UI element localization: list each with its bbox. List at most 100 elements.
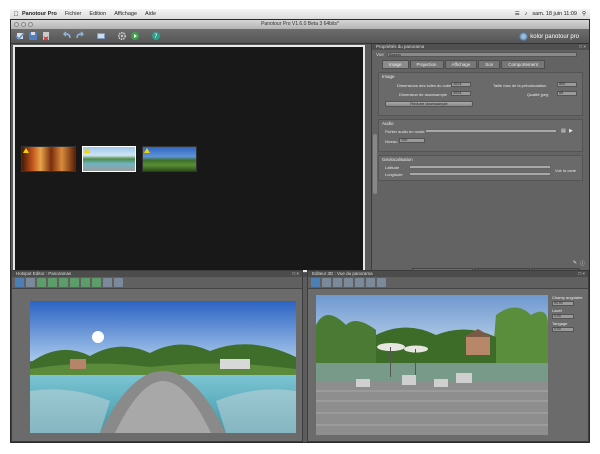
panel-float-icon[interactable]: □ × bbox=[578, 271, 585, 277]
person-icon[interactable] bbox=[344, 278, 353, 287]
target-icon[interactable] bbox=[333, 278, 342, 287]
minimize-window-button[interactable] bbox=[21, 22, 26, 27]
play-icon[interactable] bbox=[129, 31, 140, 42]
properties-header: Propriétés du panorama □ × bbox=[372, 44, 589, 50]
3d-editor-panel: Editeur 3D : Vue du panorama □ × Champ a… bbox=[307, 270, 589, 442]
tab-affichage[interactable]: Affichage bbox=[444, 60, 478, 69]
menu-aide[interactable]: Aide bbox=[145, 11, 156, 17]
downsample-spinner[interactable]: 1024 bbox=[451, 91, 471, 96]
menu-affichage[interactable]: Affichage bbox=[114, 11, 137, 17]
hotspot-link-icon[interactable] bbox=[48, 278, 57, 287]
vue-input[interactable]: Bassin bbox=[386, 52, 577, 57]
wifi-icon[interactable]: ☰ bbox=[515, 11, 520, 17]
close-window-button[interactable] bbox=[14, 22, 19, 27]
properties-scrollbar[interactable] bbox=[373, 134, 377, 194]
tab-son[interactable]: Son bbox=[478, 60, 501, 69]
precalc-spinner[interactable]: 800 bbox=[557, 82, 577, 87]
warning-icon bbox=[84, 148, 90, 153]
window-title: Panotour Pro V1.6.0 Beta 3 64bits* bbox=[261, 21, 339, 27]
image-alt-icon[interactable] bbox=[366, 278, 375, 287]
panel-float-icon[interactable]: □ × bbox=[292, 271, 299, 277]
hotspot-editor-panel: Hotspot Editor : Panoramas □ × bbox=[11, 270, 303, 442]
3d-view-settings: Champ angulaire 90.00 Lacet 0.00 Tangage… bbox=[552, 293, 586, 332]
fov-spinner[interactable]: 90.00 bbox=[552, 301, 574, 306]
brand-text: kolor panotour pro bbox=[530, 33, 579, 40]
camera-icon[interactable] bbox=[322, 278, 331, 287]
new-project-icon[interactable] bbox=[14, 31, 25, 42]
yaw-spinner[interactable]: 0.00 bbox=[552, 314, 574, 319]
audio-level-label: Niveau bbox=[385, 139, 398, 144]
folder-icon[interactable]: ▤ bbox=[561, 128, 566, 134]
hotspot-point-icon[interactable] bbox=[59, 278, 68, 287]
view-map-button[interactable]: Voir la carte bbox=[555, 168, 576, 173]
downsample-label: Dimension de downsample bbox=[399, 92, 448, 97]
pitch-spinner[interactable]: 0.00 bbox=[552, 327, 574, 332]
tab-image[interactable]: Image bbox=[382, 60, 409, 69]
panel-float-icon[interactable]: □ × bbox=[579, 44, 586, 50]
title-bar: Panotour Pro V1.6.0 Beta 3 64bits* bbox=[11, 20, 589, 29]
hotspot-add-icon[interactable] bbox=[37, 278, 46, 287]
panorama-thumbnail-2[interactable] bbox=[82, 146, 136, 172]
warning-icon bbox=[23, 148, 29, 153]
app-window: Panotour Pro V1.6.0 Beta 3 64bits* ? kol… bbox=[10, 19, 590, 443]
image-icon[interactable] bbox=[355, 278, 364, 287]
hotspot-edit-icon[interactable] bbox=[81, 278, 90, 287]
latitude-slider[interactable] bbox=[409, 165, 551, 169]
menu-fichier[interactable]: Fichier bbox=[65, 11, 82, 17]
equirectangular-panorama-image[interactable] bbox=[30, 301, 296, 433]
menu-edition[interactable]: Edition bbox=[89, 11, 106, 17]
select-tool-icon[interactable] bbox=[15, 278, 24, 287]
spotlight-icon[interactable]: ⚲ bbox=[582, 11, 586, 17]
audio-group-title: Audio bbox=[382, 121, 394, 126]
yaw-label: Lacet bbox=[552, 308, 562, 313]
brand-logo: kolor panotour pro bbox=[519, 32, 579, 41]
zoom-window-button[interactable] bbox=[28, 22, 33, 27]
menu-app[interactable]: Panotour Pro bbox=[22, 11, 57, 17]
reduce-downsample-button[interactable]: Réduire downsample bbox=[385, 101, 473, 107]
panorama-thumbnails-panel[interactable] bbox=[13, 45, 365, 272]
properties-icons: ✎ ⓘ bbox=[573, 260, 585, 267]
audio-level-spinner[interactable]: 100 bbox=[399, 138, 425, 143]
audio-file-input[interactable] bbox=[425, 129, 557, 133]
geolocation-group-title: Géolocalisation bbox=[382, 157, 413, 162]
view-icon[interactable] bbox=[103, 278, 112, 287]
save-icon[interactable] bbox=[27, 31, 38, 42]
dropdown-icon[interactable] bbox=[377, 278, 386, 287]
image-group-title: Image bbox=[382, 74, 395, 79]
delete-icon[interactable] bbox=[40, 31, 51, 42]
warning-icon bbox=[144, 148, 150, 153]
hotspot-polygon-icon[interactable] bbox=[70, 278, 79, 287]
volume-icon[interactable]: ♪ bbox=[525, 11, 528, 17]
play-audio-icon[interactable]: ▶ bbox=[569, 128, 573, 134]
latitude-label: Latitude bbox=[385, 165, 400, 170]
rect-tool-icon[interactable] bbox=[26, 278, 35, 287]
status-area: ☰ ♪ sam. 18 juin 11:09 ⚲ bbox=[515, 11, 590, 17]
properties-tabs: Image Projection Affichage Son Comportem… bbox=[382, 60, 589, 69]
tab-projection[interactable]: Projection bbox=[409, 60, 444, 69]
redo-icon[interactable] bbox=[74, 31, 85, 42]
pitch-label: Tangage bbox=[552, 321, 568, 326]
panorama-thumbnail-1[interactable] bbox=[21, 146, 76, 172]
apple-icon[interactable]:  bbox=[10, 11, 22, 18]
info-icon[interactable]: ⓘ bbox=[580, 260, 585, 267]
panorama-list-icon[interactable] bbox=[95, 31, 106, 42]
3d-panorama-view[interactable] bbox=[316, 295, 548, 435]
fullscreen-icon[interactable] bbox=[114, 278, 123, 287]
edit-icon[interactable]: ✎ bbox=[573, 260, 577, 267]
jpeg-quality-label: Qualité jpeg bbox=[527, 92, 549, 97]
hotspot-image-icon[interactable] bbox=[92, 278, 101, 287]
select-tool-icon[interactable] bbox=[311, 278, 320, 287]
panorama-thumbnail-3[interactable] bbox=[142, 146, 197, 172]
clock[interactable]: sam. 18 juin 11:09 bbox=[532, 11, 577, 17]
geolocation-group: Géolocalisation Latitude Longitude Voir … bbox=[378, 155, 583, 181]
undo-icon[interactable] bbox=[61, 31, 72, 42]
help-icon[interactable]: ? bbox=[150, 31, 161, 42]
kolor-logo-icon bbox=[519, 32, 529, 41]
hotspot-editor-toolbar bbox=[12, 277, 302, 289]
tab-comportement[interactable]: Comportement bbox=[501, 60, 545, 69]
gear-icon[interactable] bbox=[116, 31, 127, 42]
lower-area: Hotspot Editor : Panoramas □ × Editeur 3… bbox=[11, 270, 589, 442]
longitude-slider[interactable] bbox=[409, 172, 551, 176]
tile-size-spinner[interactable]: 1024 bbox=[451, 82, 471, 87]
jpeg-quality-spinner[interactable]: 85 bbox=[557, 91, 577, 96]
